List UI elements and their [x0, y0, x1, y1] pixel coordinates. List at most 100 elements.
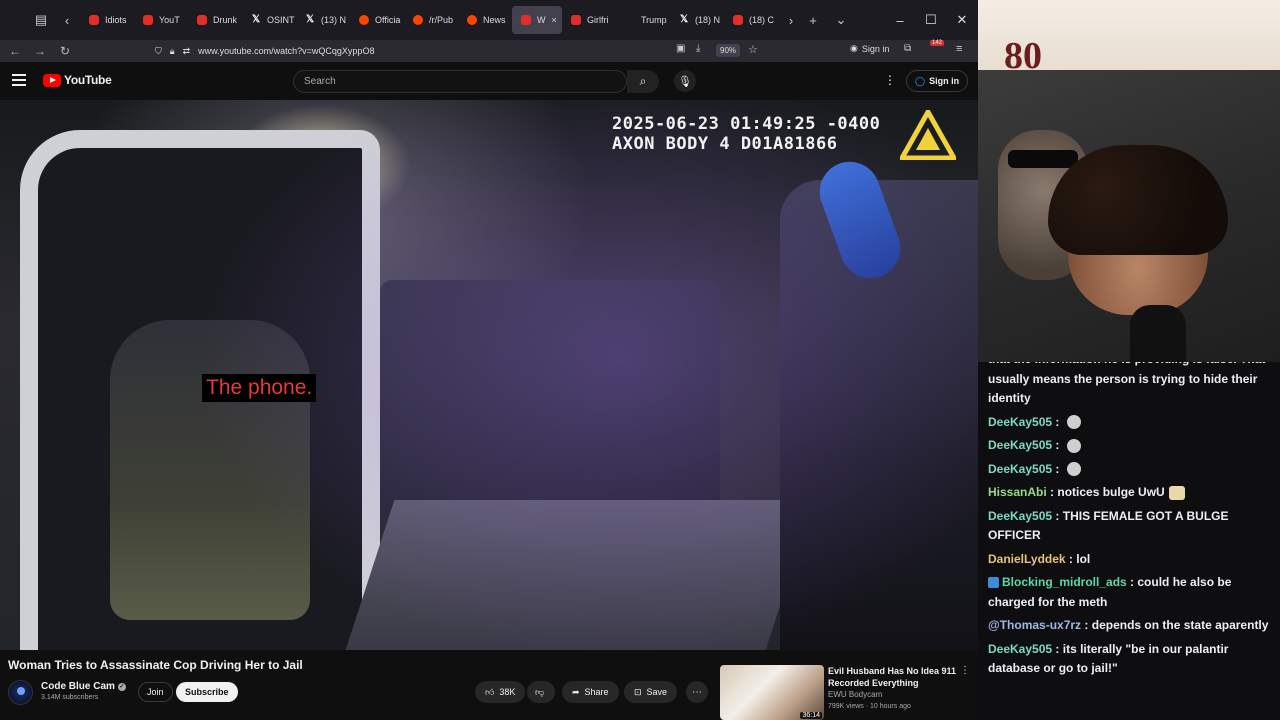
chat-username[interactable]: DeeKay505 [988, 509, 1052, 523]
channel-name[interactable]: Code Blue Cam ✓ [41, 681, 126, 692]
tab-scroll-right-icon[interactable]: › [780, 9, 802, 31]
chat-emote-icon [1066, 462, 1081, 477]
browser-tab[interactable]: (18) C [724, 6, 778, 34]
account-signin-button[interactable]: ◉ Sign in [850, 43, 889, 54]
recommended-channel[interactable]: EWU Bodycam [828, 690, 882, 699]
share-button[interactable]: ➦ Share [562, 681, 619, 703]
like-button[interactable]: 👍︎ 38K [475, 681, 525, 703]
chat-username[interactable]: Blocking_midroll_ads [1002, 575, 1127, 589]
tab-scroll-left-icon[interactable]: ‹ [56, 9, 78, 31]
verified-icon: ✓ [117, 682, 126, 691]
youtube-signin-button[interactable]: ◯ Sign in [906, 70, 969, 92]
tab-label: Drunk [213, 15, 238, 25]
bookmark-star-icon[interactable]: ☆ [748, 43, 758, 56]
share-icon: ➦ [572, 686, 580, 697]
microphone-icon[interactable]: 🎙︎ [674, 70, 696, 92]
recommended-meta: 799K views · 10 hours ago [828, 703, 911, 710]
permissions-icon[interactable]: ⇄ [183, 46, 191, 57]
chat-text: depends on the state aparently [1091, 618, 1269, 632]
channel-avatar[interactable] [8, 680, 33, 705]
youtube-icon [143, 15, 153, 25]
browser-tab[interactable]: W × [512, 6, 562, 34]
account-icon: ◉ [850, 43, 858, 53]
recommended-title[interactable]: Evil Husband Has No Idea 911 Recorded Ev… [828, 665, 958, 689]
tab-overview-icon[interactable]: ▤ [30, 9, 52, 31]
join-button[interactable]: Join [138, 682, 173, 702]
browser-tab[interactable]: 𝕏 (18) N [670, 6, 724, 34]
extensions-icon[interactable]: ⧉ [904, 43, 911, 54]
video-title: Woman Tries to Assassinate Cop Driving H… [8, 658, 303, 672]
hamburger-menu-icon[interactable] [12, 74, 26, 88]
chat-text: lol [1076, 551, 1091, 566]
webcam-feed: 80 [978, 0, 1280, 370]
forward-icon[interactable]: → [28, 44, 52, 58]
browser-tab[interactable]: Idiots [80, 6, 134, 34]
browser-tab[interactable]: Drunk [188, 6, 242, 34]
save-button[interactable]: ⊡ Save [624, 681, 678, 703]
youtube-logo[interactable]: YouTube [43, 73, 112, 87]
tab-label: (18) N [695, 15, 721, 25]
download-icon[interactable]: ⤓ [696, 43, 700, 54]
page-icon [625, 15, 635, 25]
thumbs-up-icon: 👍︎ [485, 686, 495, 697]
youtube-icon [197, 15, 207, 25]
chat-username[interactable]: DeeKay505 [988, 462, 1052, 476]
browser-tab[interactable]: YouT [134, 6, 188, 34]
more-options-icon[interactable]: ⋮ [884, 73, 896, 87]
youtube-icon [521, 15, 531, 25]
lock-icon: 🔒︎ [169, 45, 175, 56]
chat-username[interactable]: DeeKay505 [988, 642, 1052, 656]
tab-list-icon[interactable]: ⌄ [830, 9, 852, 31]
reader-view-icon[interactable]: ▣ [676, 43, 685, 54]
browser-tab[interactable]: Trump [616, 6, 670, 34]
chat-panel: that the information he is providing is … [978, 362, 1280, 720]
subscribe-button[interactable]: Subscribe [176, 682, 238, 702]
browser-tab[interactable]: 𝕏 (13) N [296, 6, 350, 34]
chat-username[interactable]: DeeKay505 [988, 438, 1052, 452]
chat-text: that the information he is providing is … [988, 362, 1265, 405]
minimize-icon[interactable]: – [884, 0, 916, 40]
app-menu-icon[interactable]: ≡ [956, 43, 962, 55]
chat-emote-icon [1066, 415, 1081, 430]
browser-tab[interactable]: Officia [350, 6, 404, 34]
maximize-icon[interactable]: ☐ [915, 0, 947, 40]
url-text[interactable]: www.youtube.com/watch?v=wQCqgXyppO8 [198, 46, 374, 56]
zoom-level[interactable]: 90% [716, 44, 741, 57]
reload-icon[interactable]: ↻ [53, 44, 77, 58]
chat-message: HissanAbi : notices bulge UwU [988, 483, 1270, 503]
new-tab-icon[interactable]: + [802, 9, 824, 31]
browser-tab[interactable]: Girlfri [562, 6, 616, 34]
tab-label: W [537, 15, 546, 25]
more-actions-icon[interactable]: ⋯ [686, 681, 708, 703]
close-window-icon[interactable]: ✕ [946, 0, 978, 40]
video-player[interactable]: 2025-06-23 01:49:25 -0400 AXON BODY 4 D0… [0, 100, 978, 650]
x-icon: 𝕏 [679, 14, 689, 25]
browser-tab[interactable]: 𝕏 OSINT [242, 6, 296, 34]
tab-label: Officia [375, 15, 401, 25]
chat-message: @Thomas-ux7rz : depends on the state apa… [988, 618, 1269, 632]
thumbs-down-icon: 👎︎ [535, 686, 545, 697]
chat-username[interactable]: HissanAbi [988, 485, 1047, 499]
chat-message: that the information he is providing is … [988, 362, 1270, 409]
search-icon[interactable]: ⌕ [627, 70, 659, 93]
browser-tab[interactable]: News [458, 6, 512, 34]
user-circle-icon: ◯ [915, 75, 926, 86]
dislike-button[interactable]: 👎︎ [527, 681, 555, 703]
tab-label: /r/Pub [429, 15, 454, 25]
chat-username[interactable]: DeeKay505 [988, 415, 1052, 429]
shield-icon[interactable]: ⛉ [155, 46, 162, 57]
x-icon: 𝕏 [305, 14, 315, 25]
bodycam-timestamp: 2025-06-23 01:49:25 -0400 AXON BODY 4 D0… [612, 114, 881, 154]
recommended-menu-icon[interactable]: ⋮ [960, 665, 970, 676]
tab-label: OSINT [267, 15, 295, 25]
chat-username[interactable]: DanielLyddek [988, 552, 1066, 566]
youtube-icon [571, 15, 581, 25]
search-input[interactable]: Search [293, 70, 627, 93]
recommended-thumbnail[interactable]: 36:14 [720, 665, 824, 720]
chat-username[interactable]: @Thomas-ux7rz [988, 618, 1081, 632]
close-tab-icon[interactable]: × [552, 15, 557, 25]
back-icon[interactable]: ← [3, 44, 27, 58]
browser-tab[interactable]: /r/Pub [404, 6, 458, 34]
video-duration: 36:14 [800, 712, 822, 719]
chat-message: DeeKay505 : [988, 460, 1270, 480]
